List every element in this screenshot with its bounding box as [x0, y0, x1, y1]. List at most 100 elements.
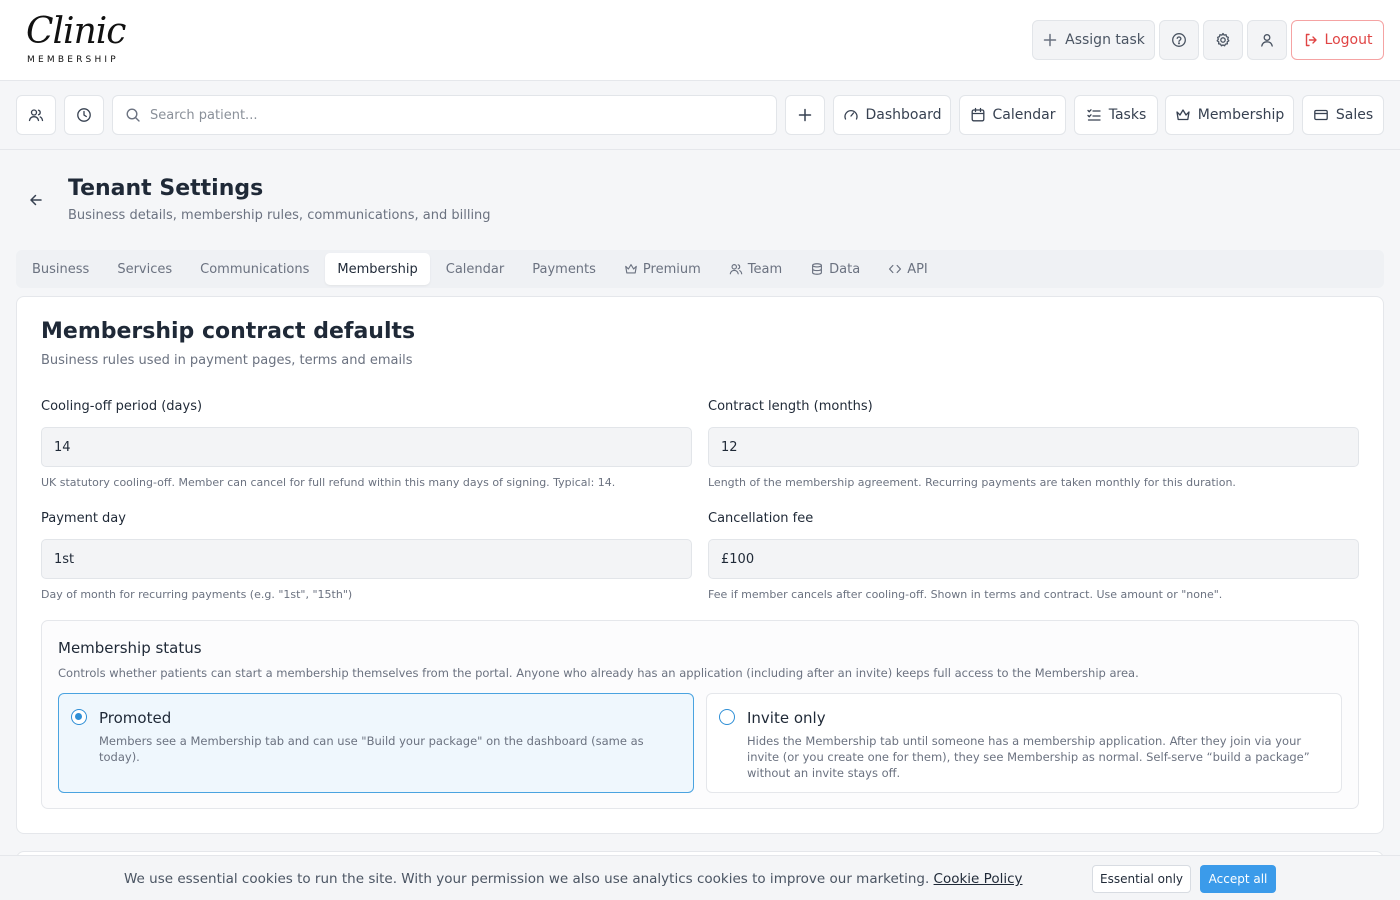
cooling-off-label: Cooling-off period (days) — [41, 399, 203, 414]
tab-label: Team — [747, 261, 783, 277]
settings-button[interactable] — [1203, 20, 1243, 60]
invite-only-radio[interactable] — [719, 709, 735, 725]
logo-script-text: Clinic — [26, 11, 126, 52]
clock-icon — [76, 107, 92, 123]
membership-nav-button[interactable]: Membership — [1165, 95, 1294, 135]
option-invite-only[interactable]: Invite only Hides the Membership tab unt… — [706, 693, 1342, 793]
tab-calendar[interactable]: Calendar — [434, 253, 516, 285]
credit-card-icon — [1313, 107, 1329, 123]
app-header: Clinic MEMBERSHIP Assign task Logout — [0, 0, 1400, 81]
user-icon — [1259, 32, 1275, 48]
tab-membership[interactable]: Membership — [325, 253, 430, 285]
calendar-nav-button[interactable]: Calendar — [959, 95, 1066, 135]
cookie-message: We use essential cookies to run the site… — [124, 871, 930, 887]
dashboard-label: Dashboard — [865, 107, 942, 123]
clinic-logo[interactable]: Clinic MEMBERSHIP — [16, 9, 130, 71]
patients-button[interactable] — [16, 95, 56, 135]
users-icon — [729, 262, 743, 276]
logo-sub-text: MEMBERSHIP — [27, 55, 119, 65]
membership-label: Membership — [1197, 107, 1285, 123]
cancellation-fee-input[interactable] — [708, 539, 1359, 579]
cookie-banner: We use essential cookies to run the site… — [0, 855, 1400, 900]
database-icon — [810, 262, 824, 276]
tab-team[interactable]: Team — [717, 253, 794, 285]
tab-label: Membership — [337, 261, 418, 277]
tasks-label: Tasks — [1108, 107, 1147, 123]
settings-tabs: Business Services Communications Members… — [16, 250, 1384, 288]
invite-only-desc: Hides the Membership tab until someone h… — [747, 734, 1310, 780]
contract-length-help: Length of the membership agreement. Recu… — [708, 476, 1236, 489]
membership-status-section: Membership status Controls whether patie… — [41, 620, 1359, 809]
dashboard-nav-button[interactable]: Dashboard — [833, 95, 951, 135]
tab-label: Communications — [200, 261, 310, 277]
tab-payments[interactable]: Payments — [520, 253, 608, 285]
calendar-icon — [970, 107, 986, 123]
promoted-radio[interactable] — [71, 709, 87, 725]
tab-communications[interactable]: Communications — [188, 253, 321, 285]
status-description: Controls whether patients can start a me… — [58, 666, 1139, 680]
logout-icon — [1303, 32, 1319, 48]
tab-premium[interactable]: Premium — [612, 253, 713, 285]
tab-label: Payments — [532, 261, 596, 277]
tab-label: Premium — [642, 261, 701, 277]
tab-data[interactable]: Data — [798, 253, 872, 285]
page-title: Tenant Settings — [68, 176, 264, 201]
tab-services[interactable]: Services — [105, 253, 184, 285]
payment-day-input[interactable] — [41, 539, 692, 579]
back-button[interactable] — [26, 190, 46, 210]
cookie-text-wrap: We use essential cookies to run the site… — [124, 871, 1023, 887]
plus-icon — [797, 107, 813, 123]
tab-api[interactable]: API — [876, 253, 940, 285]
payment-day-help: Day of month for recurring payments (e.g… — [41, 588, 353, 601]
logout-label: Logout — [1324, 32, 1373, 48]
crown-icon — [1175, 107, 1191, 123]
tab-business[interactable]: Business — [20, 253, 101, 285]
promoted-desc: Members see a Membership tab and can use… — [99, 734, 644, 764]
patient-search[interactable] — [112, 95, 777, 135]
card-subtitle: Business rules used in payment pages, te… — [41, 353, 413, 368]
cooling-off-help: UK statutory cooling-off. Member can can… — [41, 476, 616, 489]
arrow-left-icon — [28, 192, 44, 208]
assign-task-button[interactable]: Assign task — [1032, 20, 1155, 60]
invite-only-title: Invite only — [747, 709, 826, 727]
sales-nav-button[interactable]: Sales — [1302, 95, 1384, 135]
tab-label: API — [907, 261, 928, 277]
promoted-title: Promoted — [99, 709, 172, 727]
list-check-icon — [1086, 107, 1102, 123]
accept-all-button[interactable]: Accept all — [1200, 865, 1276, 893]
assign-task-label: Assign task — [1065, 32, 1145, 48]
users-icon — [28, 107, 44, 123]
cancellation-fee-label: Cancellation fee — [708, 511, 814, 526]
cancellation-fee-help: Fee if member cancels after cooling-off.… — [708, 588, 1223, 601]
help-circle-icon — [1171, 32, 1187, 48]
add-button[interactable] — [785, 95, 825, 135]
code-icon — [888, 262, 902, 276]
history-button[interactable] — [64, 95, 104, 135]
option-promoted[interactable]: Promoted Members see a Membership tab an… — [58, 693, 694, 793]
crown-icon — [624, 262, 638, 276]
essential-only-button[interactable]: Essential only — [1092, 865, 1191, 893]
card-title: Membership contract defaults — [41, 319, 416, 344]
gauge-icon — [843, 107, 859, 123]
calendar-label: Calendar — [992, 107, 1056, 123]
contract-length-input[interactable] — [708, 427, 1359, 467]
logout-button[interactable]: Logout — [1291, 20, 1384, 60]
tab-label: Data — [829, 261, 861, 277]
tab-label: Business — [32, 261, 90, 277]
contract-length-label: Contract length (months) — [708, 399, 873, 414]
tasks-nav-button[interactable]: Tasks — [1074, 95, 1158, 135]
nav-bar: Dashboard Calendar Tasks Membership Sale… — [0, 81, 1400, 150]
help-button[interactable] — [1159, 20, 1199, 60]
cookie-policy-link[interactable]: Cookie Policy — [934, 871, 1023, 887]
plus-icon — [1042, 32, 1058, 48]
membership-defaults-card: Membership contract defaults Business ru… — [16, 296, 1384, 834]
search-icon — [125, 107, 141, 123]
cooling-off-input[interactable] — [41, 427, 692, 467]
user-profile-button[interactable] — [1247, 20, 1287, 60]
search-input[interactable] — [150, 107, 750, 123]
tab-label: Calendar — [445, 261, 505, 277]
page-subtitle: Business details, membership rules, comm… — [68, 208, 491, 223]
status-title: Membership status — [58, 639, 202, 657]
payment-day-label: Payment day — [41, 511, 126, 526]
gear-icon — [1215, 32, 1231, 48]
